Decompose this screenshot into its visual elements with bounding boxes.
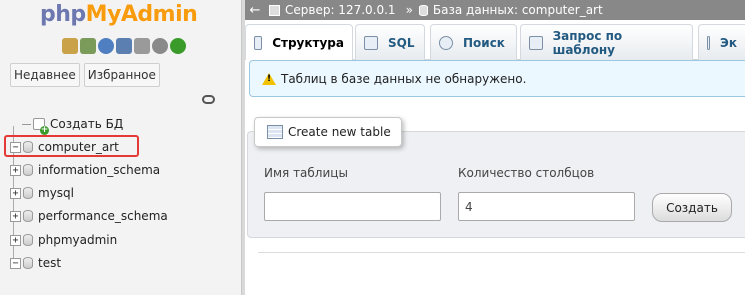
table-add-icon xyxy=(267,125,283,139)
tab-label: SQL xyxy=(388,35,415,50)
query-icon xyxy=(529,35,543,50)
tree-item-mysql[interactable]: + mysql xyxy=(8,183,74,203)
back-arrow-icon[interactable]: ← xyxy=(245,3,265,18)
recent-tab[interactable]: Недавнее xyxy=(10,63,80,87)
docs-icon[interactable] xyxy=(116,38,132,54)
table-name-input[interactable] xyxy=(264,192,441,221)
db-name[interactable]: mysql xyxy=(38,186,74,200)
notice-text: Таблиц в базе данных не обнаружено. xyxy=(281,71,527,86)
tab-search[interactable]: Поиск xyxy=(430,24,517,60)
sql-icon xyxy=(364,35,378,50)
tab-strip: Структура SQL Поиск Запрос по шаблону Эк xyxy=(245,20,745,60)
create-db-label: Создать БД xyxy=(50,117,124,131)
expand-icon[interactable]: + xyxy=(10,164,21,176)
tab-label: Структура xyxy=(272,35,344,50)
breadcrumb: ← Сервер: 127.0.0.1 » База данных: compu… xyxy=(245,0,745,20)
selection-highlight xyxy=(4,135,139,157)
create-table-legend: Create new table xyxy=(254,117,402,147)
tab-label: Эк xyxy=(720,35,737,50)
tab-query[interactable]: Запрос по шаблону xyxy=(520,24,693,60)
favorites-tab[interactable]: Избранное xyxy=(83,63,160,87)
tree-item-information-schema[interactable]: + information_schema xyxy=(8,160,160,180)
reload-icon[interactable] xyxy=(170,38,186,54)
home-icon[interactable] xyxy=(62,38,78,54)
expand-icon[interactable]: + xyxy=(10,187,21,199)
breadcrumb-server[interactable]: Сервер: 127.0.0.1 xyxy=(285,3,396,17)
legend-text: Create new table xyxy=(288,125,391,139)
tab-export[interactable]: Эк xyxy=(698,24,745,60)
tab-sql[interactable]: SQL xyxy=(355,24,425,60)
warning-icon xyxy=(262,72,276,85)
database-icon xyxy=(418,4,428,16)
columns-count-input[interactable] xyxy=(458,192,635,221)
database-icon xyxy=(23,210,33,222)
create-db-item[interactable]: Создать БД xyxy=(22,114,124,135)
exit-icon[interactable] xyxy=(80,38,96,54)
db-name[interactable]: test xyxy=(38,256,61,270)
table-name-label: Имя таблицы xyxy=(264,166,348,180)
db-name[interactable]: performance_schema xyxy=(38,209,168,223)
database-icon xyxy=(23,257,33,269)
new-database-icon xyxy=(33,118,49,135)
columns-count-label: Количество столбцов xyxy=(458,166,595,180)
settings-icon[interactable] xyxy=(152,38,168,54)
tree-connector xyxy=(22,123,31,125)
tab-structure[interactable]: Структура xyxy=(245,24,353,60)
expand-icon[interactable]: + xyxy=(10,210,21,222)
collapse-icon[interactable]: − xyxy=(10,257,21,269)
expand-icon[interactable]: + xyxy=(10,234,21,246)
tree-item-phpmyadmin[interactable]: + phpmyadmin xyxy=(8,230,117,250)
search-icon xyxy=(439,35,453,50)
db-name[interactable]: phpmyadmin xyxy=(38,233,117,247)
divider xyxy=(258,252,745,253)
database-icon xyxy=(23,164,33,176)
db-name[interactable]: information_schema xyxy=(38,163,160,177)
console-icon[interactable] xyxy=(134,38,150,54)
link-icon[interactable] xyxy=(202,95,215,104)
tab-label: Запрос по шаблону xyxy=(552,28,623,57)
nav-icon-bar xyxy=(62,38,186,54)
breadcrumb-database[interactable]: База данных: computer_art xyxy=(433,3,603,17)
server-icon xyxy=(269,4,280,16)
export-icon xyxy=(707,35,711,50)
tree-item-performance-schema[interactable]: + performance_schema xyxy=(8,206,168,226)
help-icon[interactable] xyxy=(98,38,114,54)
notice-message: Таблиц в базе данных не обнаружено. xyxy=(249,60,745,97)
tab-label: Поиск xyxy=(463,35,505,50)
phpmyadmin-logo[interactable]: phpMyAdmin xyxy=(40,2,198,27)
structure-icon xyxy=(254,35,263,50)
create-button[interactable]: Создать xyxy=(652,193,732,222)
tree-item-test[interactable]: − test xyxy=(8,253,61,273)
database-icon xyxy=(23,187,33,199)
nav-tabs: Недавнее Избранное xyxy=(10,63,160,87)
navigation-panel: phpMyAdmin Недавнее Избранное Создать БД… xyxy=(0,0,241,295)
breadcrumb-separator: » xyxy=(405,3,413,17)
database-icon xyxy=(23,234,33,246)
